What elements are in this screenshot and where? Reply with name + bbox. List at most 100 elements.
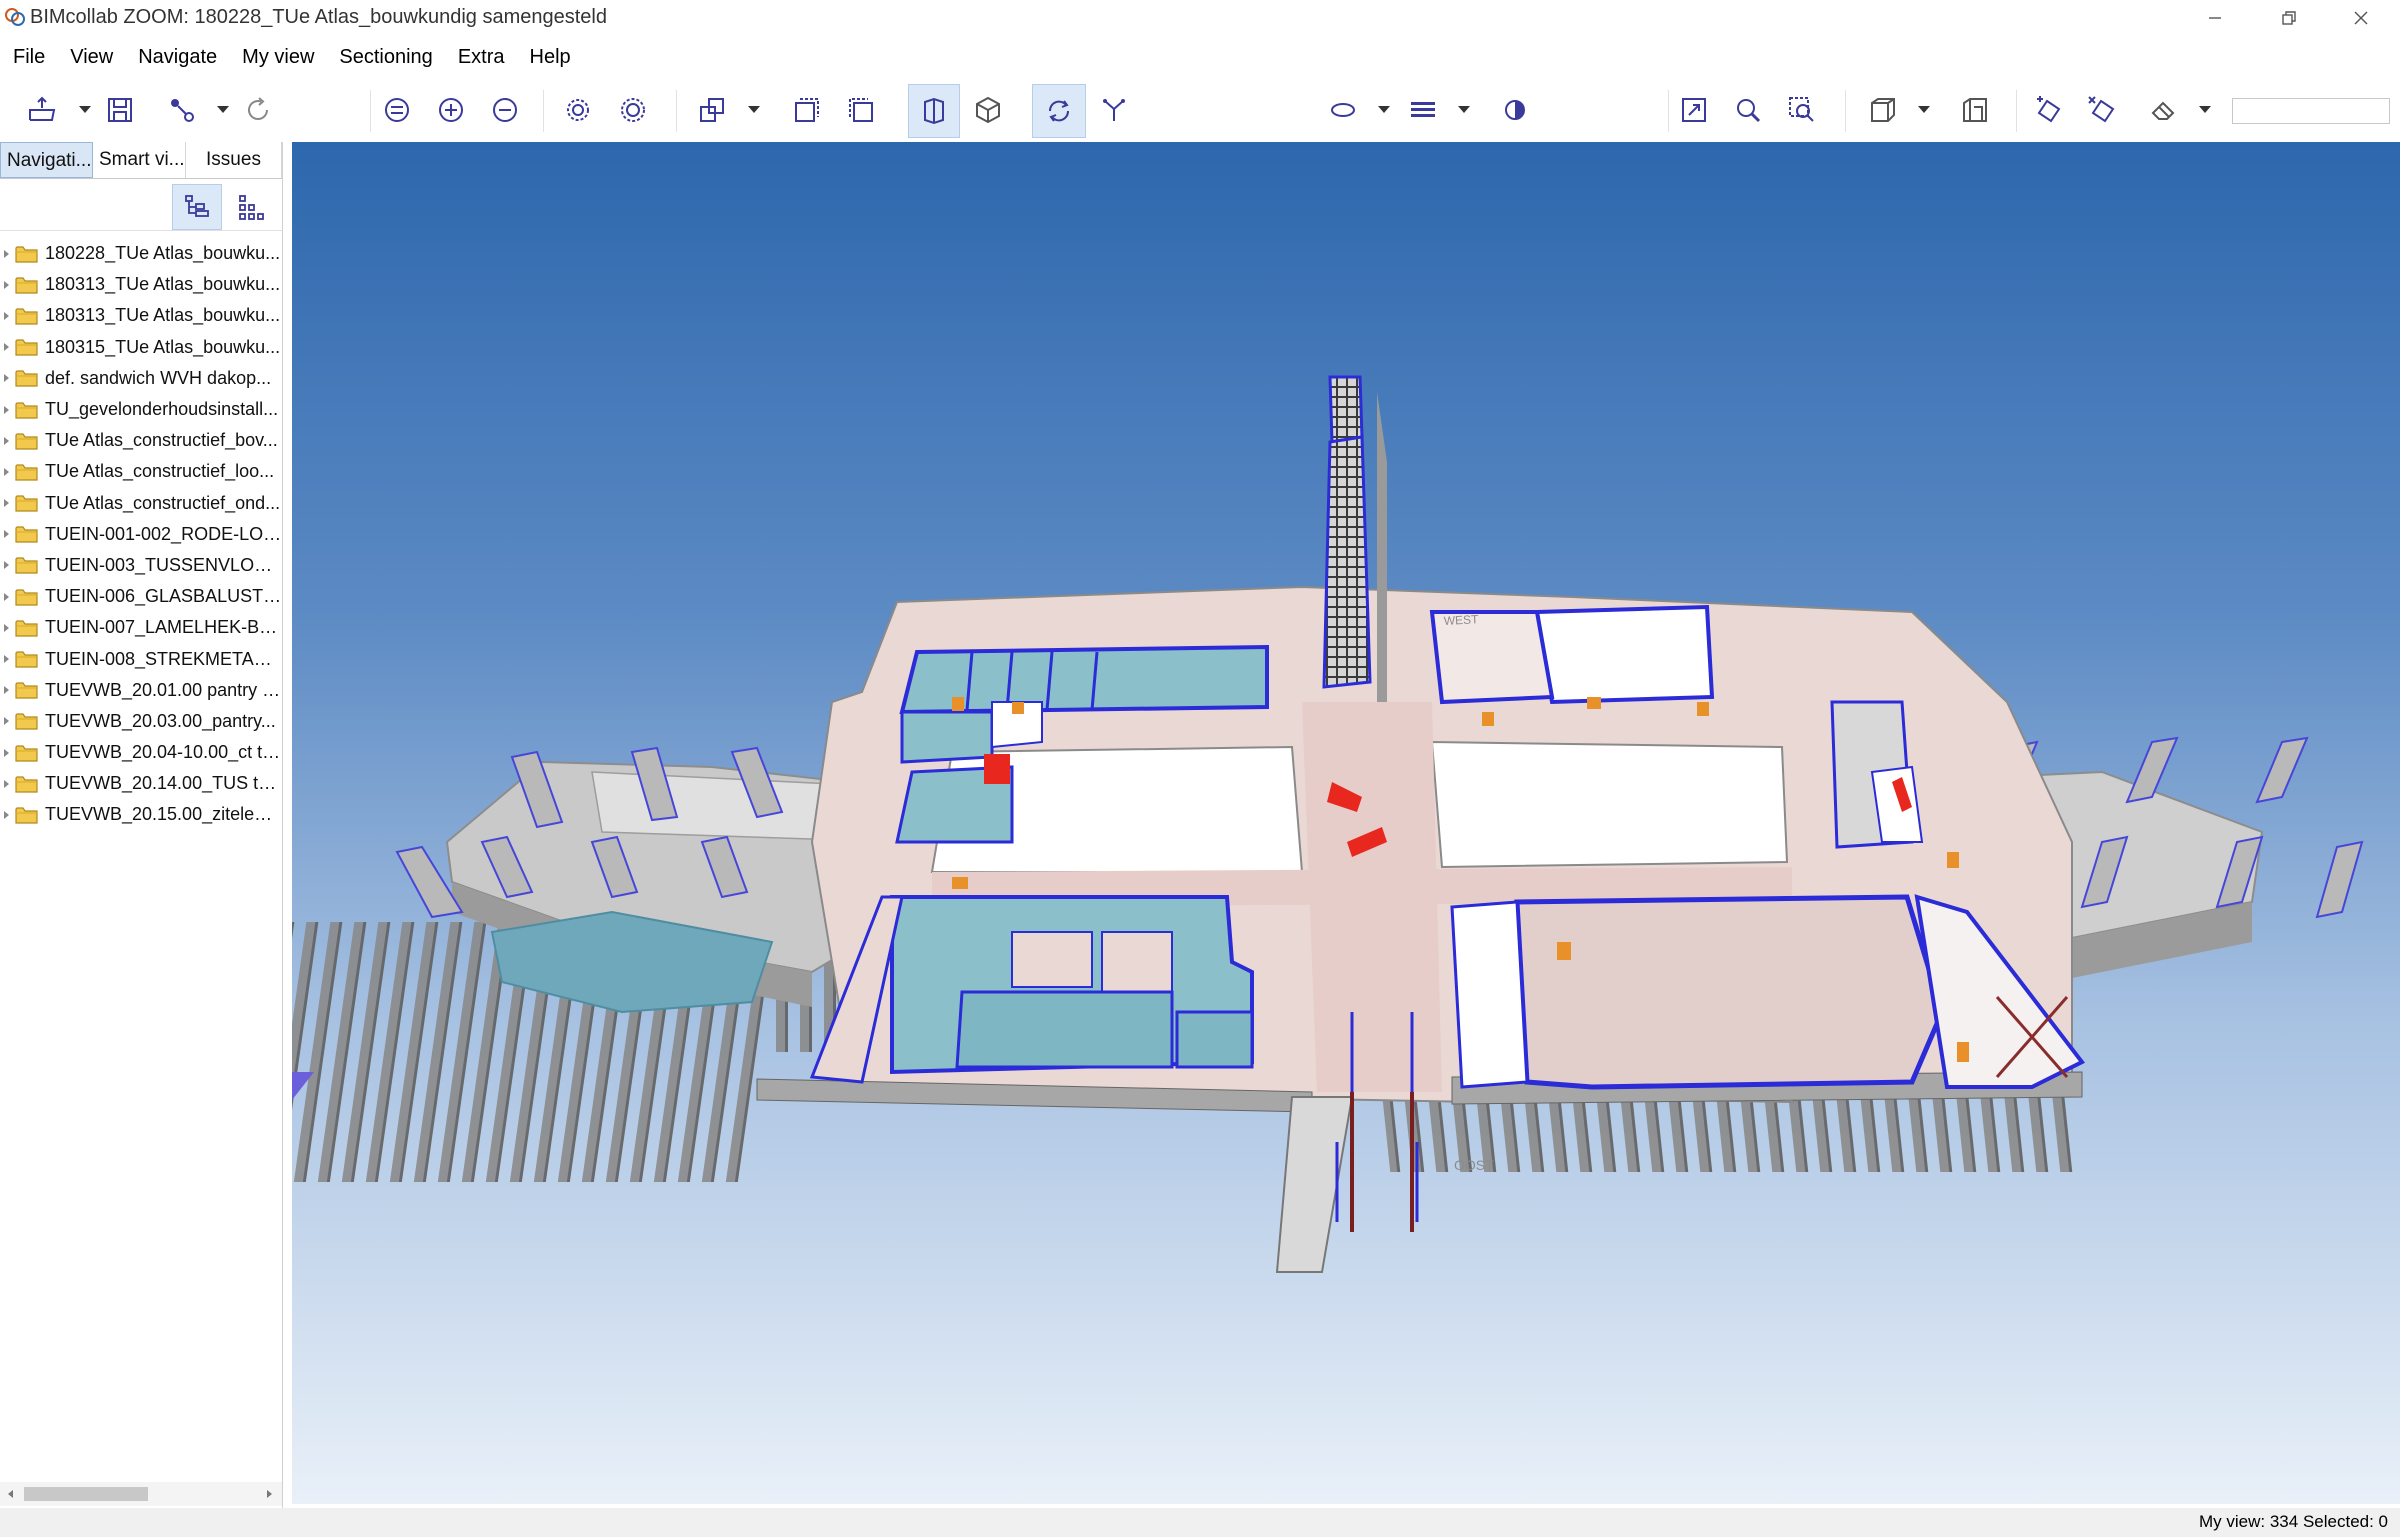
line-style-button[interactable]: [1399, 86, 1447, 134]
tree-item[interactable]: TU_gevelonderhoudsinstall...: [0, 394, 282, 425]
perspective-button[interactable]: [908, 84, 960, 138]
southwest-inner-room: [1011, 931, 1093, 988]
close-button[interactable]: [2326, 0, 2396, 36]
tree-item[interactable]: def. sandwich WVH dakop...: [0, 363, 282, 394]
menu-my-view[interactable]: My view: [229, 40, 326, 74]
zoom-in-button[interactable]: [427, 86, 475, 134]
zoom-selection-button[interactable]: [1724, 86, 1772, 134]
fit-button[interactable]: [373, 86, 421, 134]
rotate-button[interactable]: [1032, 84, 1086, 138]
tree-item[interactable]: TUEIN-006_GLASBALUSTR...: [0, 581, 282, 612]
expand-arrow-icon[interactable]: [4, 374, 9, 383]
zoom-extents-button[interactable]: [1670, 86, 1718, 134]
tree-item-label: TUEVWB_20.14.00_TUS tra...: [45, 773, 282, 794]
expand-arrow-icon[interactable]: [4, 810, 9, 819]
tree-item[interactable]: TUe Atlas_constructief_bov...: [0, 425, 282, 456]
ellipse-button[interactable]: [1319, 86, 1367, 134]
tree-item[interactable]: 180313_TUe Atlas_bouwku...: [0, 269, 282, 300]
search-selection-button[interactable]: [1778, 86, 1826, 134]
orbit-center-icon: [621, 98, 645, 122]
walk-icon: [1103, 99, 1125, 121]
restore-button[interactable]: [2254, 0, 2324, 36]
clear-issue-button[interactable]: [2078, 86, 2126, 134]
tree-item[interactable]: TUEIN-001-002_RODE-LOP...: [0, 519, 282, 550]
section-box-button[interactable]: [1859, 86, 1907, 134]
expand-arrow-icon[interactable]: [4, 280, 9, 289]
expand-arrow-icon[interactable]: [4, 748, 9, 757]
orbit-button[interactable]: [554, 86, 602, 134]
expand-arrow-icon[interactable]: [4, 249, 9, 258]
tree-item[interactable]: TUEVWB_20.04-10.00_ct tr...: [0, 737, 282, 768]
tree-item-label: TUEIN-003_TUSSENVLOER...: [45, 554, 282, 575]
minimize-button[interactable]: [2180, 0, 2250, 36]
menu-navigate[interactable]: Navigate: [125, 40, 229, 74]
tab-navigation[interactable]: Navigati...: [0, 142, 93, 178]
expand-arrow-icon[interactable]: [4, 343, 9, 352]
tree-item[interactable]: TUEVWB_20.01.00 pantry b...: [0, 675, 282, 706]
tree-item-label: TUEVWB_20.15.00_zitelem...: [45, 804, 282, 825]
flat-list-button[interactable]: [226, 184, 276, 230]
tab-smart-views[interactable]: Smart vi...: [93, 142, 186, 178]
tree-item[interactable]: TUe Atlas_constructief_loo...: [0, 456, 282, 487]
expand-arrow-icon[interactable]: [4, 655, 9, 664]
select-box-button[interactable]: [783, 86, 831, 134]
tree-item[interactable]: TUEIN-008_STREKMETAAL...: [0, 643, 282, 674]
tree-view-button[interactable]: [172, 184, 222, 230]
expand-arrow-icon[interactable]: [4, 467, 9, 476]
expand-arrow-icon[interactable]: [4, 592, 9, 601]
add-issue-button[interactable]: [2024, 86, 2072, 134]
view-cube-button[interactable]: [689, 86, 737, 134]
expand-arrow-icon[interactable]: [4, 623, 9, 632]
expand-arrow-icon[interactable]: [4, 686, 9, 695]
expand-arrow-icon[interactable]: [4, 405, 9, 414]
3d-viewport[interactable]: WEST OOST: [292, 142, 2400, 1504]
folder-icon: [15, 464, 38, 481]
menu-extra[interactable]: Extra: [445, 40, 517, 74]
tree-item[interactable]: TUEIN-003_TUSSENVLOER...: [0, 550, 282, 581]
tree-item[interactable]: TUEIN-007_LAMELHEK-BO...: [0, 612, 282, 643]
menu-help[interactable]: Help: [517, 40, 583, 74]
select-window-icon: [849, 98, 873, 122]
refresh-button[interactable]: [234, 86, 282, 134]
scroll-left-icon[interactable]: [8, 1490, 13, 1498]
orbit-center-button[interactable]: [609, 86, 657, 134]
tree-item[interactable]: 180228_TUe Atlas_bouwku...: [0, 238, 282, 269]
storey-button[interactable]: [1951, 86, 1999, 134]
menu-view[interactable]: View: [57, 40, 125, 74]
tree-item[interactable]: 180313_TUe Atlas_bouwku...: [0, 300, 282, 331]
scrollbar-thumb[interactable]: [24, 1487, 148, 1501]
expand-arrow-icon[interactable]: [4, 436, 9, 445]
save-button[interactable]: [96, 86, 144, 134]
tree-item[interactable]: TUe Atlas_constructief_ond...: [0, 488, 282, 519]
expand-arrow-icon[interactable]: [4, 717, 9, 726]
expand-arrow-icon[interactable]: [4, 311, 9, 320]
tree-item[interactable]: TUEVWB_20.15.00_zitelem...: [0, 799, 282, 830]
menu-sectioning[interactable]: Sectioning: [326, 40, 444, 74]
select-window-button[interactable]: [837, 86, 885, 134]
scroll-right-icon[interactable]: [267, 1490, 272, 1498]
folder-icon: [15, 433, 38, 450]
transparency-button[interactable]: [1491, 86, 1539, 134]
view-mode-bar: [0, 180, 282, 231]
tree-item[interactable]: 180315_TUe Atlas_bouwku...: [0, 332, 282, 363]
isometric-icon: [976, 96, 1000, 124]
menu-file[interactable]: File: [0, 40, 57, 74]
expand-arrow-icon[interactable]: [4, 779, 9, 788]
expand-arrow-icon[interactable]: [4, 499, 9, 508]
walk-button[interactable]: [1090, 86, 1138, 134]
zoom-out-button[interactable]: [481, 86, 529, 134]
toolbar-search-input[interactable]: [2232, 98, 2390, 124]
tab-issues[interactable]: Issues: [186, 142, 282, 178]
expand-arrow-icon[interactable]: [4, 561, 9, 570]
tree-item-label: TUEVWB_20.03.00_pantry...: [45, 710, 276, 731]
isometric-button[interactable]: [964, 86, 1012, 134]
stair-tower: [1322, 435, 1372, 689]
connect-button[interactable]: [158, 86, 206, 134]
open-button[interactable]: [18, 86, 66, 134]
horizontal-scrollbar[interactable]: [0, 1482, 282, 1506]
toolbar: [0, 80, 2400, 142]
expand-arrow-icon[interactable]: [4, 530, 9, 539]
tree-item[interactable]: TUEVWB_20.03.00_pantry...: [0, 706, 282, 737]
tree-item[interactable]: TUEVWB_20.14.00_TUS tra...: [0, 768, 282, 799]
eraser-button[interactable]: [2140, 86, 2188, 134]
